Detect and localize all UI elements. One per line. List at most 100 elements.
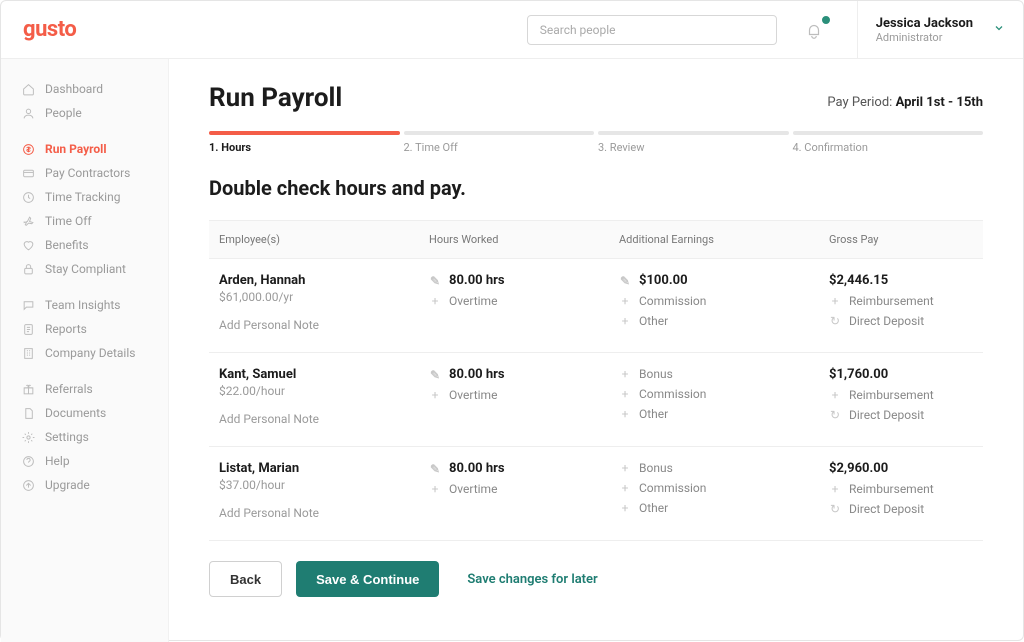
- bonus-value[interactable]: ✎$100.00: [619, 273, 829, 288]
- sidebar-item-time-off[interactable]: Time Off: [1, 209, 168, 233]
- sidebar-item-people[interactable]: People: [1, 101, 168, 125]
- gross-cell: $2,446.15 +Reimbursement ↻Direct Deposit: [829, 273, 973, 334]
- plus-icon: +: [619, 294, 631, 308]
- employee-cell: Arden, Hannah $61,000.00/yr Add Personal…: [219, 273, 429, 334]
- sidebar-item-time-tracking[interactable]: Time Tracking: [1, 185, 168, 209]
- search-input[interactable]: Search people: [527, 15, 777, 45]
- step-hours[interactable]: 1. Hours: [209, 131, 400, 154]
- add-personal-note-link[interactable]: Add Personal Note: [219, 412, 429, 426]
- gross-cell: $1,760.00 +Reimbursement ↻Direct Deposit: [829, 367, 973, 428]
- user-name: Jessica Jackson: [876, 16, 973, 31]
- plus-icon: +: [429, 482, 441, 496]
- pay-period-label: Pay Period:: [827, 95, 895, 110]
- sidebar-item-stay-compliant[interactable]: Stay Compliant: [1, 257, 168, 281]
- step-confirmation[interactable]: 4. Confirmation: [793, 131, 984, 154]
- sidebar-item-upgrade[interactable]: Upgrade: [1, 473, 168, 497]
- user-icon: [21, 106, 35, 120]
- chevron-down-icon: [993, 22, 1005, 38]
- refresh-icon: ↻: [829, 314, 841, 328]
- table-row: Listat, Marian $37.00/hour Add Personal …: [209, 447, 983, 541]
- sidebar: Dashboard People Run Payroll Pay Contrac…: [1, 59, 169, 642]
- plane-icon: [21, 214, 35, 228]
- add-bonus-link[interactable]: +Bonus: [619, 461, 829, 475]
- add-commission-link[interactable]: +Commission: [619, 481, 829, 495]
- sidebar-item-label: Company Details: [45, 346, 135, 360]
- col-header-hours: Hours Worked: [429, 233, 619, 246]
- sidebar-item-documents[interactable]: Documents: [1, 401, 168, 425]
- col-header-employee: Employee(s): [219, 233, 429, 246]
- gross-pay-value: $2,446.15: [829, 273, 973, 288]
- add-overtime-link[interactable]: +Overtime: [429, 388, 619, 402]
- help-icon: [21, 454, 35, 468]
- sidebar-item-label: People: [45, 106, 82, 120]
- plus-icon: +: [619, 501, 631, 515]
- sidebar-item-referrals[interactable]: Referrals: [1, 377, 168, 401]
- add-overtime-link[interactable]: +Overtime: [429, 294, 619, 308]
- search-placeholder: Search people: [540, 23, 616, 37]
- sidebar-item-label: Pay Contractors: [45, 166, 130, 180]
- add-other-link[interactable]: +Other: [619, 501, 829, 515]
- sidebar-item-label: Settings: [45, 430, 89, 444]
- save-continue-button[interactable]: Save & Continue: [296, 561, 439, 597]
- back-button[interactable]: Back: [209, 561, 282, 597]
- add-commission-link[interactable]: +Commission: [619, 294, 829, 308]
- page-header: Run Payroll Pay Period: April 1st - 15th: [209, 83, 983, 113]
- add-reimbursement-link[interactable]: +Reimbursement: [829, 294, 973, 308]
- sidebar-item-pay-contractors[interactable]: Pay Contractors: [1, 161, 168, 185]
- hours-value[interactable]: ✎80.00 hrs: [429, 367, 619, 382]
- employee-rate: $61,000.00/yr: [219, 290, 429, 304]
- building-icon: [21, 346, 35, 360]
- hours-value[interactable]: ✎80.00 hrs: [429, 273, 619, 288]
- step-label: 3. Review: [598, 141, 789, 154]
- add-overtime-link[interactable]: +Overtime: [429, 482, 619, 496]
- sidebar-item-team-insights[interactable]: Team Insights: [1, 293, 168, 317]
- sidebar-item-company-details[interactable]: Company Details: [1, 341, 168, 365]
- add-commission-link[interactable]: +Commission: [619, 387, 829, 401]
- sidebar-item-dashboard[interactable]: Dashboard: [1, 77, 168, 101]
- notifications-button[interactable]: [805, 19, 827, 41]
- step-bar: [209, 131, 400, 135]
- employee-name: Kant, Samuel: [219, 367, 429, 382]
- doc-icon: [21, 322, 35, 336]
- earnings-cell: +Bonus +Commission +Other: [619, 367, 829, 428]
- plus-icon: +: [619, 367, 631, 381]
- save-later-link[interactable]: Save changes for later: [467, 572, 597, 587]
- add-other-link[interactable]: +Other: [619, 314, 829, 328]
- card-icon: [21, 166, 35, 180]
- sidebar-item-settings[interactable]: Settings: [1, 425, 168, 449]
- sidebar-item-run-payroll[interactable]: Run Payroll: [1, 137, 168, 161]
- add-bonus-link[interactable]: +Bonus: [619, 367, 829, 381]
- hours-cell: ✎80.00 hrs +Overtime: [429, 367, 619, 428]
- user-menu[interactable]: Jessica Jackson Administrator: [857, 1, 1023, 58]
- earnings-cell: +Bonus +Commission +Other: [619, 461, 829, 522]
- sidebar-item-help[interactable]: Help: [1, 449, 168, 473]
- edit-icon: ✎: [429, 462, 441, 476]
- page-subtitle: Double check hours and pay.: [209, 176, 983, 200]
- dollar-icon: [21, 142, 35, 156]
- step-label: 4. Confirmation: [793, 141, 984, 154]
- plus-icon: +: [429, 388, 441, 402]
- table-row: Kant, Samuel $22.00/hour Add Personal No…: [209, 353, 983, 447]
- chat-icon: [21, 298, 35, 312]
- add-reimbursement-link[interactable]: +Reimbursement: [829, 482, 973, 496]
- sidebar-item-reports[interactable]: Reports: [1, 317, 168, 341]
- direct-deposit-link[interactable]: ↻Direct Deposit: [829, 502, 973, 516]
- add-other-link[interactable]: +Other: [619, 407, 829, 421]
- direct-deposit-link[interactable]: ↻Direct Deposit: [829, 314, 973, 328]
- step-bar: [793, 131, 984, 135]
- sidebar-item-label: Reports: [45, 322, 87, 336]
- sidebar-item-label: Time Tracking: [45, 190, 120, 204]
- direct-deposit-link[interactable]: ↻Direct Deposit: [829, 408, 973, 422]
- sidebar-item-label: Run Payroll: [45, 142, 107, 156]
- add-reimbursement-link[interactable]: +Reimbursement: [829, 388, 973, 402]
- sidebar-item-label: Benefits: [45, 238, 89, 252]
- add-personal-note-link[interactable]: Add Personal Note: [219, 506, 429, 520]
- step-review[interactable]: 3. Review: [598, 131, 789, 154]
- step-bar: [404, 131, 595, 135]
- hours-value[interactable]: ✎80.00 hrs: [429, 461, 619, 476]
- step-bar: [598, 131, 789, 135]
- step-time-off[interactable]: 2. Time Off: [404, 131, 595, 154]
- sidebar-item-benefits[interactable]: Benefits: [1, 233, 168, 257]
- add-personal-note-link[interactable]: Add Personal Note: [219, 318, 429, 332]
- clock-icon: [21, 190, 35, 204]
